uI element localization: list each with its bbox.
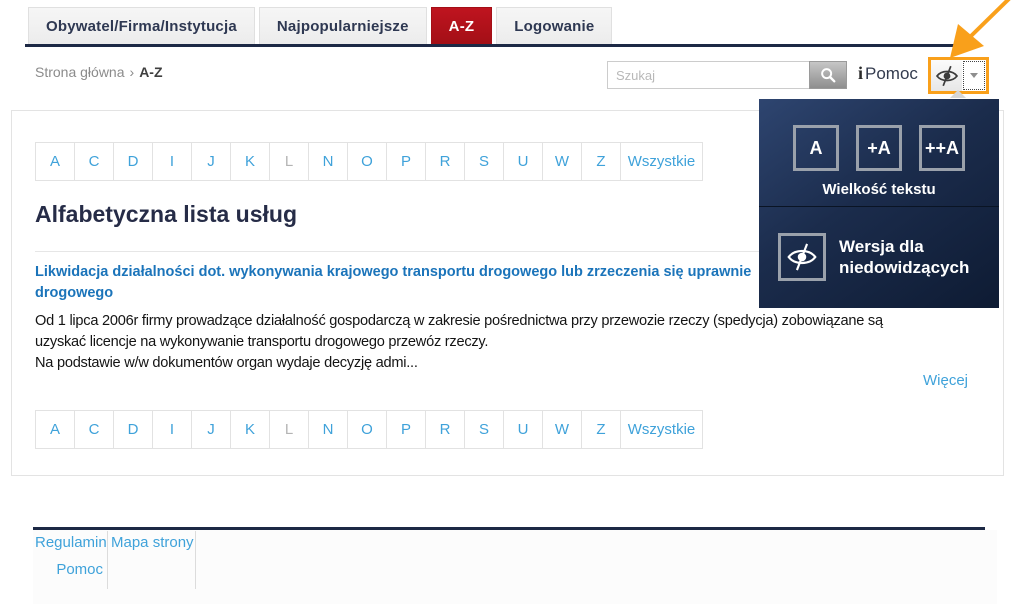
letter-cell[interactable]: S [464,142,504,181]
letter-cell[interactable]: K [230,142,270,181]
page: Obywatel/Firma/Instytucja Najpopularniej… [0,0,1017,604]
accessibility-button-group [928,57,989,94]
text-size-normal-button[interactable]: A [793,125,839,171]
letter-cell[interactable]: Z [581,142,621,181]
breadcrumb-home-link[interactable]: Strona główna [35,64,125,80]
letter-cell-all[interactable]: Wszystkie [620,410,703,449]
article-title-line2: drogowego [35,283,751,304]
letter-cell[interactable]: O [347,142,387,181]
letter-cell[interactable]: D [113,142,153,181]
low-vision-eye-tile [778,233,826,281]
low-vision-version-option[interactable]: Wersja dla niedowidzących [759,207,999,307]
page-title: Alfabetyczna lista usług [35,201,297,228]
more-link[interactable]: Więcej [923,372,968,389]
breadcrumb-current: A-Z [139,64,162,80]
footer-link-mapa-strony[interactable]: Mapa strony [111,534,194,551]
tab-bar-underline [25,44,977,47]
letter-cell[interactable]: I [152,410,192,449]
tab-logowanie[interactable]: Logowanie [496,7,612,44]
letter-nav-bottom: A C D I J K L N O P R S U W Z Wszystkie [35,410,703,449]
letter-cell[interactable]: C [74,142,114,181]
low-vision-toggle-button[interactable] [931,60,962,91]
article-description-line: uzyskać licencje na wykonywanie transpor… [35,332,883,353]
letter-cell[interactable]: J [191,410,231,449]
accessibility-dropdown-button[interactable] [963,61,985,90]
article-description-line: Na podstawie w/w dokumentów organ wydaje… [35,353,883,374]
letter-cell[interactable]: K [230,410,270,449]
tab-najpopularniejsze[interactable]: Najpopularniejsze [259,7,427,44]
dropdown-pointer-caret [950,90,966,98]
letter-cell-all[interactable]: Wszystkie [620,142,703,181]
article-title-link[interactable]: Likwidacja działalności dot. wykonywania… [35,262,751,304]
letter-cell[interactable]: R [425,142,465,181]
low-vision-label: Wersja dla niedowidzących [839,236,969,278]
text-size-larger-button[interactable]: +A [856,125,902,171]
tab-obywatel-firma-instytucja[interactable]: Obywatel/Firma/Instytucja [28,7,255,44]
letter-cell[interactable]: N [308,410,348,449]
search-input[interactable] [607,61,810,89]
letter-cell[interactable]: A [35,142,75,181]
accessibility-dropdown-panel: A +A ++A Wielkość tekstu Wersja dla nied… [759,99,999,308]
letter-cell[interactable]: P [386,410,426,449]
letter-cell[interactable]: I [152,142,192,181]
help-link[interactable]: i Pomoc [858,63,918,84]
article-description-line: Od 1 lipca 2006r firmy prowadzące działa… [35,311,883,332]
letter-cell[interactable]: W [542,410,582,449]
footer-separator [107,531,108,589]
help-label: Pomoc [865,64,918,84]
text-size-largest-button[interactable]: ++A [919,125,965,171]
letter-cell[interactable]: P [386,142,426,181]
top-tab-bar: Obywatel/Firma/Instytucja Najpopularniej… [28,7,612,44]
low-vision-eye-icon [786,241,818,273]
letter-cell[interactable]: W [542,142,582,181]
letter-cell[interactable]: C [74,410,114,449]
letter-nav-top: A C D I J K L N O P R S U W Z Wszystkie [35,142,703,181]
letter-cell[interactable]: Z [581,410,621,449]
letter-cell[interactable]: D [113,410,153,449]
search-button[interactable] [809,61,847,89]
letter-cell[interactable]: O [347,410,387,449]
breadcrumb: Strona główna ›A-Z [35,64,163,80]
footer-link-pomoc[interactable]: Pomoc [35,561,103,578]
article-description: Od 1 lipca 2006r firmy prowadzące działa… [35,311,883,374]
letter-cell[interactable]: U [503,142,543,181]
letter-cell[interactable]: N [308,142,348,181]
magnifier-icon [819,66,837,84]
letter-cell-disabled: L [269,410,309,449]
footer-link-regulamin[interactable]: Regulamin [35,534,103,551]
text-size-label: Wielkość tekstu [759,181,999,198]
text-size-section: A +A ++A Wielkość tekstu [759,99,999,207]
article-title-line1: Likwidacja działalności dot. wykonywania… [35,262,751,283]
letter-cell[interactable]: S [464,410,504,449]
letter-cell[interactable]: J [191,142,231,181]
tab-a-z[interactable]: A-Z [431,7,493,44]
letter-cell[interactable]: U [503,410,543,449]
chevron-down-icon [970,73,978,78]
footer-separator [195,531,196,589]
letter-cell-disabled: L [269,142,309,181]
info-icon: i [858,63,863,84]
low-vision-eye-icon [935,64,959,88]
letter-cell[interactable]: A [35,410,75,449]
breadcrumb-separator: › [130,64,135,80]
letter-cell[interactable]: R [425,410,465,449]
